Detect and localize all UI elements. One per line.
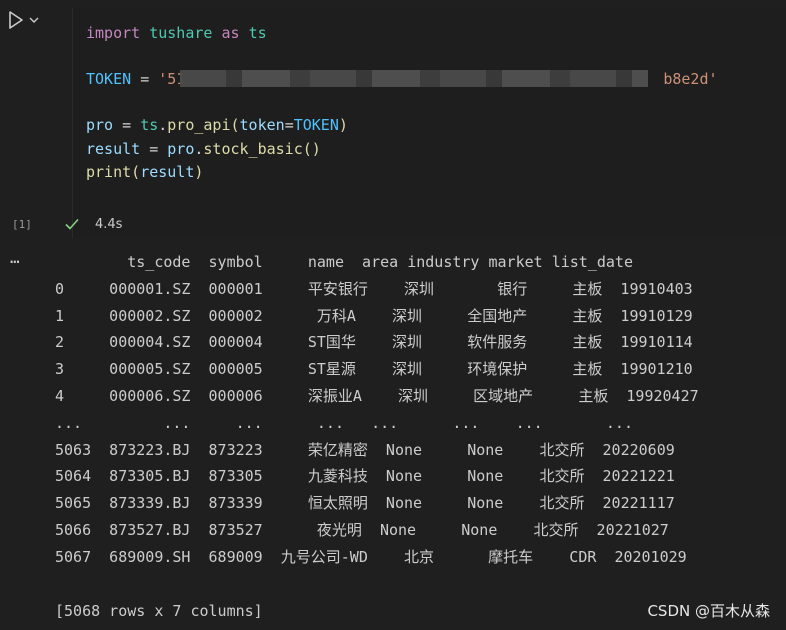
execution-count: [1] [12, 218, 32, 231]
fn-stock-basic: stock_basic [203, 140, 303, 158]
keyword-import: import [86, 24, 141, 42]
output-row: 5067 689009.SH 689009 九号公司-WD 北京 摩托车 CDR… [55, 548, 687, 566]
token-var: TOKEN [86, 70, 132, 88]
output-row: 4 000006.SZ 000006 深振业A 深圳 区域地产 主板 19920… [55, 387, 699, 405]
token-string-end: b8e2d' [663, 70, 718, 88]
output-row: 2 000004.SZ 000004 ST国华 深圳 软件服务 主板 19910… [55, 333, 693, 351]
assign-op: = [122, 116, 132, 134]
module-name: tushare [149, 24, 213, 42]
paren-open: ( [131, 163, 141, 181]
fn-print: print [86, 163, 132, 181]
code-line-3[interactable]: pro = ts.pro_api(token=TOKEN) [86, 114, 348, 137]
result-ref: result [140, 163, 195, 181]
var-pro: pro [86, 116, 114, 134]
run-cell-icon[interactable] [6, 10, 26, 30]
output-row: 0 000001.SZ 000001 平安银行 深圳 银行 主板 1991040… [55, 280, 693, 298]
code-line-4[interactable]: result = pro.stock_basic() [86, 138, 321, 161]
output-header: ts_code symbol name area industry market… [55, 253, 633, 271]
output-summary: [5068 rows x 7 columns] [55, 602, 263, 620]
kwarg-eq: = [284, 116, 294, 134]
output-row: 3 000005.SZ 000005 ST星源 深圳 环境保护 主板 19901… [55, 360, 693, 378]
output-row: 1 000002.SZ 000002 万科A 深圳 全国地产 主板 199101… [55, 307, 693, 325]
assign-op: = [149, 140, 159, 158]
token-ref: TOKEN [293, 116, 339, 134]
output-ellipsis-row: ... ... ... ... ... ... ... ... [55, 414, 633, 432]
output-row: 5066 873527.BJ 873527 夜光明 None None 北交所 … [55, 521, 669, 539]
dot: . [158, 116, 168, 134]
fn-pro-api: pro_api [167, 116, 231, 134]
paren-close: ) [194, 163, 204, 181]
paren-open: ( [230, 116, 240, 134]
execution-time: 4.4s [95, 217, 123, 232]
code-line-1[interactable]: import tushare as ts [86, 22, 267, 45]
output-row: 5063 873223.BJ 873223 荣亿精密 None None 北交所… [55, 441, 675, 459]
parens: () [302, 140, 321, 158]
var-result: result [86, 140, 141, 158]
module-alias: ts [248, 24, 267, 42]
keyword-as: as [221, 24, 240, 42]
assign-op: = [140, 70, 150, 88]
code-line-5[interactable]: print(result) [86, 161, 203, 184]
chevron-down-icon[interactable] [28, 12, 40, 28]
output-more-actions-icon[interactable]: … [10, 248, 21, 267]
redacted-token [180, 70, 648, 87]
paren-close: ) [338, 116, 348, 134]
check-icon [65, 218, 79, 230]
output-row: 5065 873339.BJ 873339 恒太照明 None None 北交所… [55, 494, 675, 512]
watermark: CSDN @百木从森 [647, 602, 770, 620]
kwarg-token: token [239, 116, 285, 134]
ts-ref: ts [140, 116, 159, 134]
pro-ref: pro [167, 140, 195, 158]
output-row: 5064 873305.BJ 873305 九菱科技 None None 北交所… [55, 467, 675, 485]
